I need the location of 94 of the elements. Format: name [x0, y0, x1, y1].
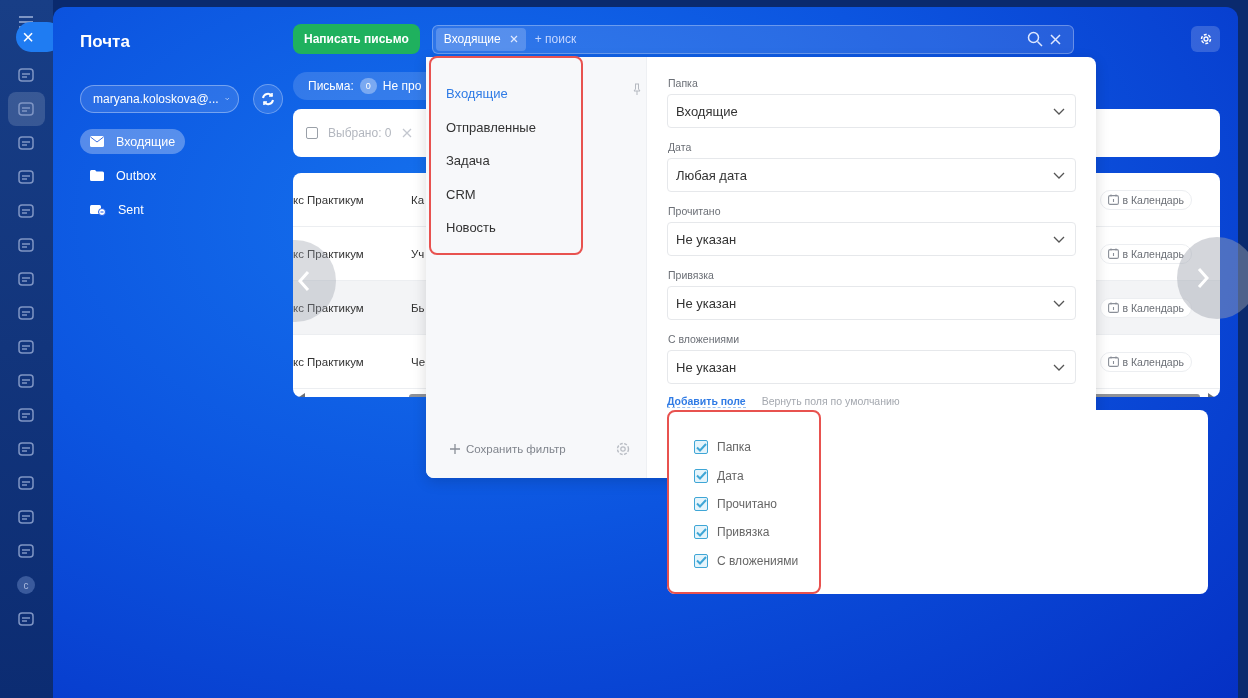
folder-icon	[90, 170, 104, 181]
select-field[interactable]: Входящие	[667, 94, 1076, 128]
chevron-down-icon	[1053, 363, 1065, 371]
sender-cell-text: кс Практикум	[293, 301, 365, 314]
sender-cell-text: кс Практикум	[293, 247, 365, 260]
field-label: Прочитано	[668, 205, 722, 217]
envelope-icon	[90, 136, 104, 147]
field-option[interactable]: Привязка	[694, 518, 819, 547]
app-icon	[17, 168, 35, 186]
app-icon	[17, 372, 35, 390]
field-label: Папка	[668, 77, 699, 89]
filter-tag: Входящие	[435, 27, 526, 51]
app-icon	[17, 304, 35, 322]
add-field-link[interactable]: Добавить поле	[667, 395, 746, 408]
folder-item[interactable]: Входящие	[80, 129, 186, 154]
chevron-down-icon	[1053, 235, 1065, 243]
subject-cell: Ка	[411, 193, 425, 206]
chevron-down-icon	[1053, 299, 1065, 307]
select-field[interactable]: Не указан	[667, 286, 1076, 320]
sidebar-item[interactable]	[8, 92, 45, 126]
app-icon	[17, 610, 35, 628]
refresh-button[interactable]	[253, 84, 283, 114]
counter-label[interactable]: Не про	[382, 79, 422, 93]
preset-item[interactable]: Задача	[446, 144, 646, 178]
calendar-button[interactable]: в Календарь	[1099, 189, 1192, 210]
plus-icon	[450, 444, 460, 454]
subject-cell: Бь	[411, 301, 425, 314]
field-label: Привязка	[668, 269, 715, 281]
preset-item[interactable]: CRM	[446, 177, 646, 211]
select-field[interactable]: Любая дата	[667, 158, 1076, 192]
checkbox[interactable]	[694, 525, 708, 540]
folder-item[interactable]: Outbox	[80, 163, 167, 188]
calendar-button[interactable]: в Календарь	[1099, 297, 1192, 318]
app-icon	[17, 236, 35, 254]
field-option[interactable]: Папка	[694, 433, 819, 462]
field-label: Дата	[668, 141, 693, 153]
settings-icon[interactable]	[616, 442, 630, 456]
field-option[interactable]: Прочитано	[694, 489, 819, 519]
counter-label: Письма:	[308, 79, 354, 93]
app-icon	[17, 202, 35, 220]
app-icon	[17, 270, 35, 288]
selected-count: Выбрано: 0	[328, 126, 392, 140]
account-select[interactable]: maryana.koloskova@...	[80, 85, 239, 113]
sidebar-item[interactable]: с	[8, 568, 45, 602]
field-label: С вложениями	[668, 333, 741, 345]
settings-button[interactable]	[1191, 26, 1220, 52]
search-input[interactable]: + поиск	[532, 31, 1020, 47]
calendar-button[interactable]: в Календарь	[1099, 351, 1192, 372]
app-icon	[17, 100, 35, 118]
checkbox[interactable]	[694, 468, 708, 483]
panel-title: Почта	[80, 32, 131, 52]
checkbox[interactable]	[694, 440, 708, 455]
chevron-down-icon	[1053, 107, 1065, 115]
search-icon[interactable]	[1026, 31, 1043, 47]
calendar-icon	[1107, 248, 1119, 259]
count-badge: 0	[359, 78, 377, 94]
app-icon	[17, 406, 35, 424]
chevron-icon	[224, 96, 229, 102]
folder-item[interactable]: Sent	[80, 197, 154, 222]
subject-cell: Уч	[411, 247, 425, 260]
sender-cell-text: кс Практикум	[293, 193, 365, 206]
refresh-icon	[260, 91, 276, 107]
save-filter-button[interactable]: Сохранить фильтр	[450, 443, 566, 455]
preset-item[interactable]: Входящие	[446, 77, 646, 111]
app-icon	[17, 338, 35, 356]
calendar-button[interactable]: в Календарь	[1099, 243, 1192, 264]
avatar-icon: с	[17, 576, 35, 594]
subject-cell: Че	[411, 355, 426, 368]
field-option[interactable]: С вложениями	[694, 546, 819, 575]
preset-item[interactable]: Новость	[446, 211, 646, 245]
select-field[interactable]: Не указан	[667, 350, 1076, 384]
app-icon	[17, 508, 35, 526]
preset-item[interactable]: Отправленные	[446, 110, 646, 144]
settings-icon	[1198, 32, 1213, 46]
checkbox[interactable]	[306, 127, 318, 139]
app-icon	[17, 542, 35, 560]
checkbox[interactable]	[694, 496, 708, 511]
close-icon[interactable]	[1049, 33, 1061, 45]
close-icon[interactable]	[509, 35, 518, 43]
chevron-down-icon	[1053, 171, 1065, 179]
envelope-check-icon	[90, 203, 106, 216]
app-icon	[17, 66, 35, 84]
search-bar[interactable]: Входящие + поиск	[431, 24, 1074, 54]
field-option[interactable]: Дата	[694, 461, 819, 490]
calendar-icon	[1107, 356, 1119, 367]
checkbox[interactable]	[694, 553, 708, 568]
pin-icon[interactable]	[633, 83, 641, 95]
app-icon	[17, 134, 35, 152]
calendar-icon	[1107, 194, 1119, 205]
calendar-icon	[1107, 302, 1119, 313]
app-icon	[17, 474, 35, 492]
app-icon	[17, 440, 35, 458]
sender-cell-text: кс Практикум	[293, 355, 365, 368]
select-field[interactable]: Не указан	[667, 222, 1076, 256]
